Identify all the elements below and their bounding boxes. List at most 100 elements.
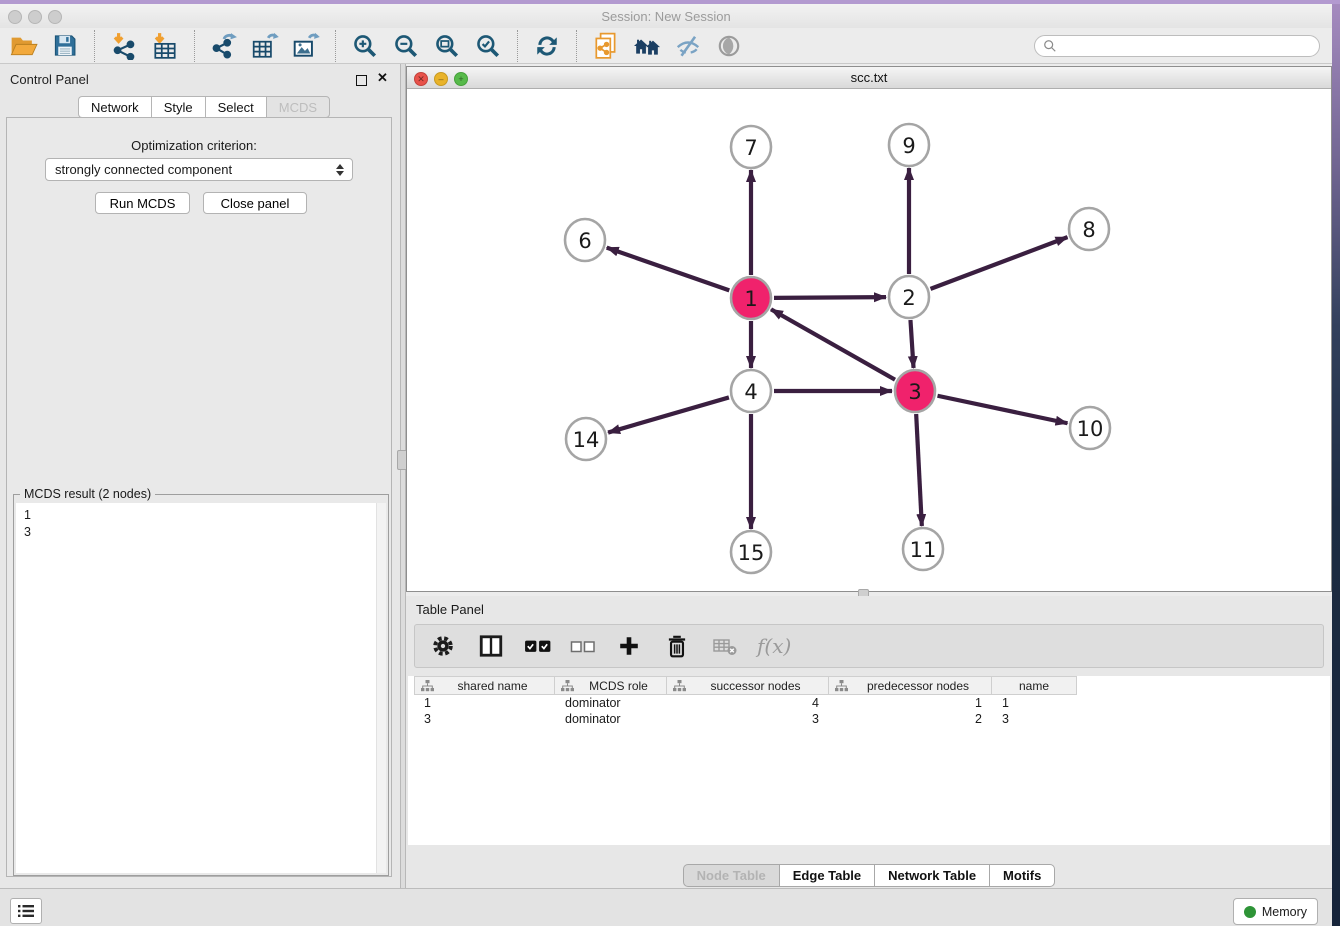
control-panel-tabs: NetworkStyleSelectMCDS <box>78 96 330 118</box>
network-graph: 7968124314101511 <box>407 89 1331 591</box>
tab-select[interactable]: Select <box>205 96 266 118</box>
control-panel-title: Control Panel <box>10 72 89 87</box>
tab-node-table[interactable]: Node Table <box>683 864 779 887</box>
memory-label: Memory <box>1262 905 1307 919</box>
zoom-in-icon[interactable] <box>349 30 381 62</box>
export-network-icon[interactable] <box>208 30 240 62</box>
edge-1-6[interactable] <box>607 248 730 291</box>
table-toolbar: f(x) <box>414 624 1324 668</box>
save-session-icon[interactable] <box>49 30 81 62</box>
control-panel: Control Panel ✕ NetworkStyleSelectMCDS O… <box>0 64 400 888</box>
column-header-successor-nodes[interactable]: successor nodes <box>667 676 829 695</box>
select-all-icon[interactable] <box>523 630 553 662</box>
eye-icon[interactable] <box>713 30 745 62</box>
mcds-panel: Optimization criterion: strongly connect… <box>6 117 392 877</box>
toolbar-separator <box>517 30 518 62</box>
tab-mcds[interactable]: MCDS <box>266 96 330 118</box>
close-panel-icon[interactable]: ✕ <box>377 70 388 86</box>
status-bar: Memory <box>0 888 1332 926</box>
search-box[interactable] <box>1034 35 1320 57</box>
network-canvas[interactable]: 7968124314101511 <box>407 89 1331 591</box>
cell: 1 <box>829 696 992 710</box>
refresh-icon[interactable] <box>531 30 563 62</box>
column-header-predecessor-nodes[interactable]: predecessor nodes <box>829 676 992 695</box>
result-scrollbar[interactable] <box>376 503 386 873</box>
zoom-out-icon[interactable] <box>390 30 422 62</box>
node-label: 10 <box>1077 417 1104 441</box>
criterion-select[interactable]: strongly connected component <box>45 158 353 181</box>
window-title: Session: New Session <box>0 9 1332 24</box>
edge-2-3[interactable] <box>910 320 913 368</box>
memory-status-icon <box>1244 906 1256 918</box>
columns-icon[interactable] <box>475 630 507 662</box>
node-label: 4 <box>744 380 757 404</box>
column-header-name[interactable]: name <box>992 676 1077 695</box>
hide-eye-icon[interactable] <box>672 30 704 62</box>
delete-icon[interactable] <box>661 630 693 662</box>
function-builder-icon[interactable]: f(x) <box>757 634 791 658</box>
node-label: 15 <box>738 541 765 565</box>
node-label: 2 <box>902 286 915 310</box>
toolbar-separator <box>335 30 336 62</box>
cell: 3 <box>667 712 829 726</box>
column-header-shared-name[interactable]: shared name <box>414 676 555 695</box>
export-image-icon[interactable] <box>290 30 322 62</box>
mcds-result-area[interactable]: 1 3 <box>16 503 386 873</box>
cell: 1 <box>414 696 555 710</box>
toolbar-separator <box>194 30 195 62</box>
search-input[interactable] <box>1062 36 1319 56</box>
cell: dominator <box>555 712 667 726</box>
tab-style[interactable]: Style <box>151 96 205 118</box>
gear-icon[interactable] <box>427 630 459 662</box>
table-header-row: shared name MCDS role successor nodes pr… <box>414 676 1077 695</box>
edge-3-10[interactable] <box>938 396 1068 423</box>
tab-motifs[interactable]: Motifs <box>989 864 1055 887</box>
toolbar-separator <box>576 30 577 62</box>
memory-button[interactable]: Memory <box>1233 898 1318 925</box>
edge-2-8[interactable] <box>931 237 1068 289</box>
run-mcds-button[interactable]: Run MCDS <box>95 192 190 214</box>
home-icon[interactable] <box>631 30 663 62</box>
node-label: 7 <box>744 136 757 160</box>
edge-4-14[interactable] <box>608 397 729 432</box>
export-table-icon[interactable] <box>249 30 281 62</box>
import-table-icon[interactable] <box>149 30 181 62</box>
float-panel-icon[interactable] <box>356 75 367 86</box>
toolbar-separator <box>94 30 95 62</box>
add-column-icon[interactable] <box>613 630 645 662</box>
edge-3-1[interactable] <box>771 309 895 379</box>
tab-network-table[interactable]: Network Table <box>874 864 989 887</box>
column-type-icon <box>673 680 686 692</box>
criterion-value: strongly connected component <box>55 162 232 177</box>
table-body: 1dominator4113dominator323 <box>414 695 1077 727</box>
zoom-selected-icon[interactable] <box>472 30 504 62</box>
mcds-result-title: MCDS result (2 nodes) <box>20 487 155 501</box>
edge-3-11[interactable] <box>916 414 922 526</box>
close-panel-button[interactable]: Close panel <box>203 192 307 214</box>
column-type-icon <box>835 680 848 692</box>
zoom-fit-icon[interactable] <box>431 30 463 62</box>
tab-edge-table[interactable]: Edge Table <box>779 864 874 887</box>
tab-network[interactable]: Network <box>78 96 151 118</box>
edge-1-2[interactable] <box>774 297 886 298</box>
node-label: 1 <box>744 287 757 311</box>
import-network-icon[interactable] <box>108 30 140 62</box>
cell: 1 <box>992 696 1077 710</box>
cell: 3 <box>414 712 555 726</box>
column-header-mcds-role[interactable]: MCDS role <box>555 676 667 695</box>
node-label: 8 <box>1082 218 1095 242</box>
main-toolbar <box>0 28 1332 64</box>
delete-table-icon[interactable] <box>709 630 741 662</box>
copy-network-icon[interactable] <box>590 30 622 62</box>
mcds-result-group: MCDS result (2 nodes) 1 3 <box>13 494 389 876</box>
table-panel: Table Panel ✕ f(x) <box>406 596 1332 888</box>
table-row[interactable]: 3dominator323 <box>414 711 1077 727</box>
table-row[interactable]: 1dominator411 <box>414 695 1077 711</box>
table-tabs: Node TableEdge TableNetwork TableMotifs <box>406 864 1332 887</box>
cell: 2 <box>829 712 992 726</box>
task-list-button[interactable] <box>10 898 42 924</box>
unselect-all-icon[interactable] <box>569 630 597 662</box>
open-file-icon[interactable] <box>8 30 40 62</box>
node-table: shared name MCDS role successor nodes pr… <box>408 676 1330 845</box>
network-window: ✕ – + scc.txt 7968124314101511 <box>406 66 1332 592</box>
